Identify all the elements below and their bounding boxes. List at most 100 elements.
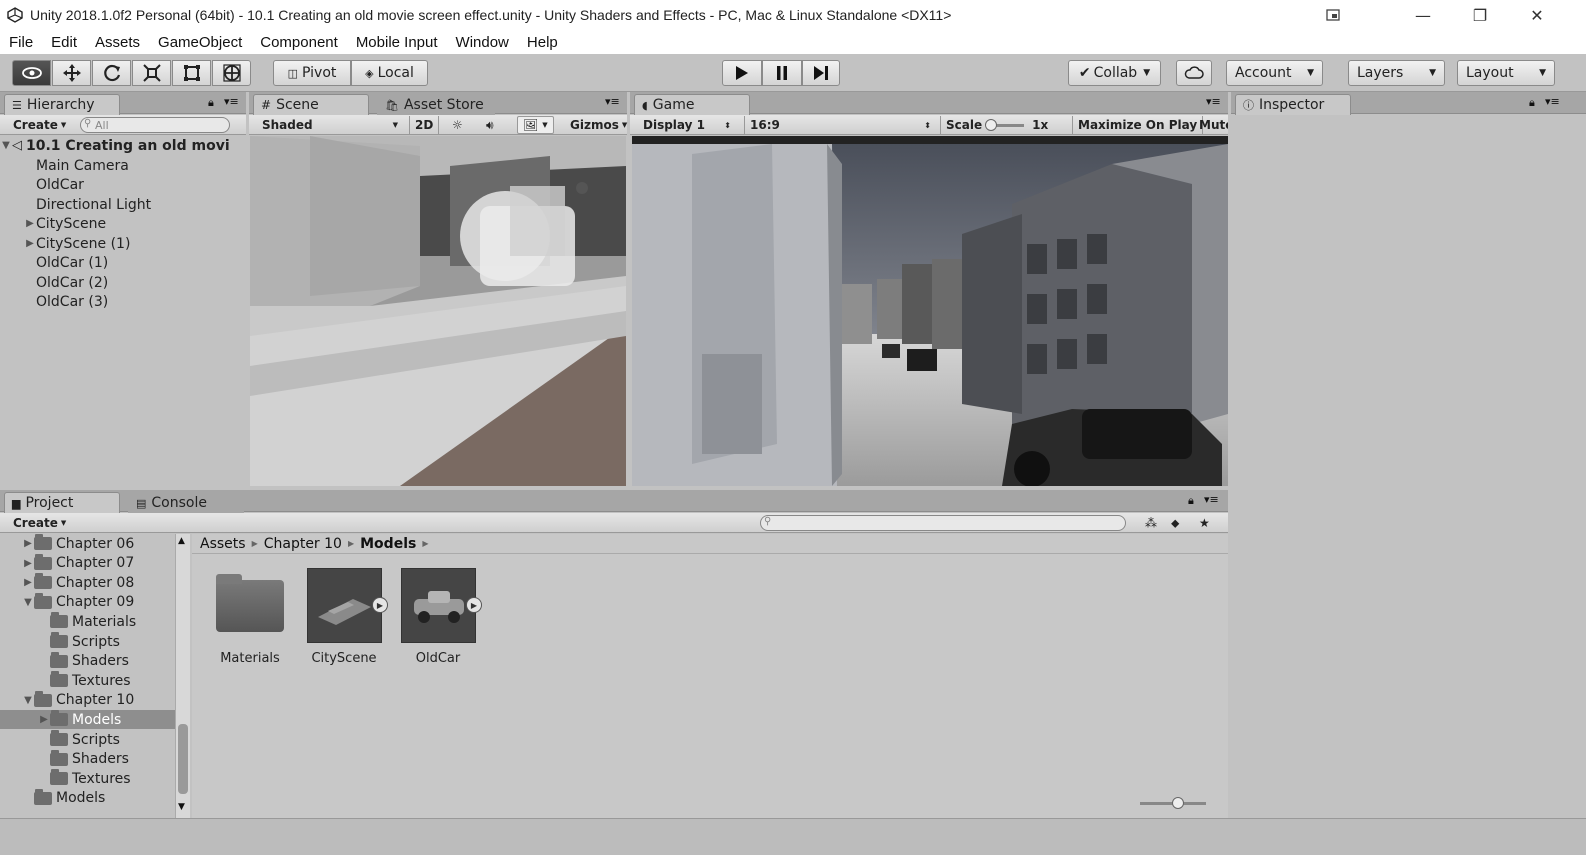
play-preview-icon[interactable]: ▶ [466,597,482,613]
folder-tree-item[interactable]: ▶ Chapter 07 [0,553,175,573]
menu-mobile-input[interactable]: Mobile Input [356,34,438,51]
panel-menu-icon[interactable]: ▾≡ [224,95,239,108]
panel-menu-icon[interactable]: ▾≡ [1545,95,1560,108]
hand-tool-button[interactable] [12,60,51,86]
layers-dropdown[interactable]: Layers ▼ [1348,60,1445,86]
slider-thumb-icon[interactable] [985,118,998,131]
hierarchy-search-input[interactable]: ⚲ All [80,117,230,133]
audio-toggle[interactable]: 🔊︎ [481,116,499,134]
foldout-closed-icon[interactable]: ▶ [38,714,50,725]
local-button[interactable]: ◈ Local [351,60,428,86]
filter-by-label-button[interactable]: ⬥ [1166,514,1184,532]
menu-component[interactable]: Component [260,34,338,51]
tab-hierarchy[interactable]: ☰ Hierarchy [4,94,120,115]
folder-tree-item[interactable]: Models [0,788,175,808]
folder-tree-item[interactable]: ▼ Chapter 09 [0,592,175,612]
project-search-input[interactable]: ⚲ [760,515,1126,531]
scene-root[interactable]: ▼ ◁ 10.1 Creating an old movi [0,136,246,155]
scale-tool-button[interactable] [132,60,171,86]
menu-edit[interactable]: Edit [51,34,77,51]
foldout-open-icon[interactable]: ▼ [0,140,12,151]
folder-tree-item[interactable]: ▶ Chapter 08 [0,573,175,592]
scroll-up-icon[interactable]: ▲ [178,536,185,546]
scale-slider-track[interactable] [985,118,1025,131]
pause-button[interactable] [762,60,802,86]
maximize-button[interactable]: ❐ [1457,0,1503,30]
minimize-button[interactable]: — [1400,0,1446,30]
play-preview-icon[interactable]: ▶ [372,597,388,613]
panel-menu-icon[interactable]: ▾≡ [1206,95,1221,108]
aspect-dropdown[interactable]: 16:9 ⬍ [744,116,936,134]
foldout-open-icon[interactable]: ▼ [22,597,34,608]
foldout-closed-icon[interactable]: ▶ [24,238,36,249]
folder-tree-item[interactable]: Shaders [0,749,175,769]
move-tool-button[interactable] [52,60,91,86]
asset-item[interactable]: Materials [210,568,290,668]
folder-tree-item[interactable]: Textures [0,671,175,690]
folder-tree-item[interactable]: Materials [0,612,175,631]
scale-slider[interactable]: Scale 1x [940,116,1066,134]
breadcrumb-item[interactable]: Assets [200,536,246,552]
layout-dropdown[interactable]: Layout ▼ [1457,60,1555,86]
pivot-button[interactable]: ◫ Pivot [273,60,351,86]
game-viewport[interactable] [632,136,1228,486]
tree-scrollbar[interactable]: ▲ ▼ [175,534,190,818]
rect-tool-button[interactable] [172,60,211,86]
filter-by-type-button[interactable]: ⁂ [1140,514,1162,532]
panel-menu-icon[interactable]: ▾≡ [1204,493,1219,506]
project-create-dropdown[interactable]: Create ▼ [8,514,71,532]
tab-inspector[interactable]: ⓘ Inspector [1235,94,1351,115]
icon-size-slider[interactable] [1140,797,1206,809]
menu-gameobject[interactable]: GameObject [158,34,242,51]
folder-tree-item[interactable]: ▶ Models [0,710,175,730]
maximize-on-play-toggle[interactable]: Maximize On Play [1072,116,1204,134]
folder-tree-item[interactable]: Scripts [0,730,175,749]
folder-tree-item[interactable]: Scripts [0,632,175,651]
folder-tree-item[interactable]: Textures [0,769,175,788]
tab-game[interactable]: ◖ Game [634,94,750,115]
scrollbar-thumb[interactable] [178,724,188,794]
folder-tree-item[interactable]: ▼ Chapter 10 [0,690,175,710]
account-dropdown[interactable]: Account ▼ [1226,60,1323,86]
panel-menu-icon[interactable]: ▾≡ [605,95,620,108]
foldout-open-icon[interactable]: ▼ [22,695,34,706]
hierarchy-item[interactable]: OldCar (2) [24,273,108,292]
hierarchy-item[interactable]: ▶ CityScene [24,214,106,233]
lock-icon[interactable]: 🔒︎ [1188,494,1194,508]
foldout-closed-icon[interactable]: ▶ [22,558,34,569]
asset-item[interactable]: ▶ OldCar [398,568,482,668]
menu-assets[interactable]: Assets [95,34,140,51]
folder-tree-item[interactable]: ▶ Chapter 06 [0,534,175,553]
hierarchy-item[interactable]: OldCar (3) [24,292,108,311]
hierarchy-item[interactable]: OldCar (1) [24,253,108,272]
scroll-down-icon[interactable]: ▼ [178,802,185,812]
close-button[interactable]: ✕ [1514,0,1560,30]
hierarchy-create-dropdown[interactable]: Create ▼ [8,116,71,134]
menu-help[interactable]: Help [527,34,558,51]
tab-asset-store[interactable]: 🛍︎ Asset Store [377,94,495,115]
gizmos-dropdown[interactable]: Gizmos ▼ [565,116,632,134]
asset-item[interactable]: ▶ CityScene [304,568,388,668]
display-dropdown[interactable]: Display 1 ⬍ [638,116,736,134]
shading-mode-dropdown[interactable]: Shaded ▼ [257,116,403,134]
favorites-button[interactable]: ★ [1194,514,1215,532]
breadcrumb-item[interactable]: Chapter 10 [264,536,342,552]
transform-tool-button[interactable] [212,60,251,86]
folder-tree-item[interactable]: Shaders [0,651,175,671]
foldout-closed-icon[interactable]: ▶ [22,577,34,588]
hierarchy-item[interactable]: ▶ CityScene (1) [24,234,130,253]
step-button[interactable] [802,60,840,86]
play-button[interactable] [722,60,762,86]
cloud-button[interactable] [1176,60,1212,86]
scene-viewport[interactable] [250,136,626,486]
hierarchy-item[interactable]: Main Camera [24,156,129,175]
lock-icon[interactable]: 🔒︎ [1529,96,1535,110]
mute-audio-toggle[interactable]: Mute [1194,116,1228,134]
collab-dropdown[interactable]: ✔ Collab ▼ [1068,60,1161,86]
menu-window[interactable]: Window [456,34,509,51]
tab-scene[interactable]: # Scene [253,94,369,115]
foldout-closed-icon[interactable]: ▶ [22,538,34,549]
rotate-tool-button[interactable] [92,60,131,86]
tab-project[interactable]: ▆ Project [4,492,120,513]
restore-small-icon[interactable] [1310,0,1356,30]
